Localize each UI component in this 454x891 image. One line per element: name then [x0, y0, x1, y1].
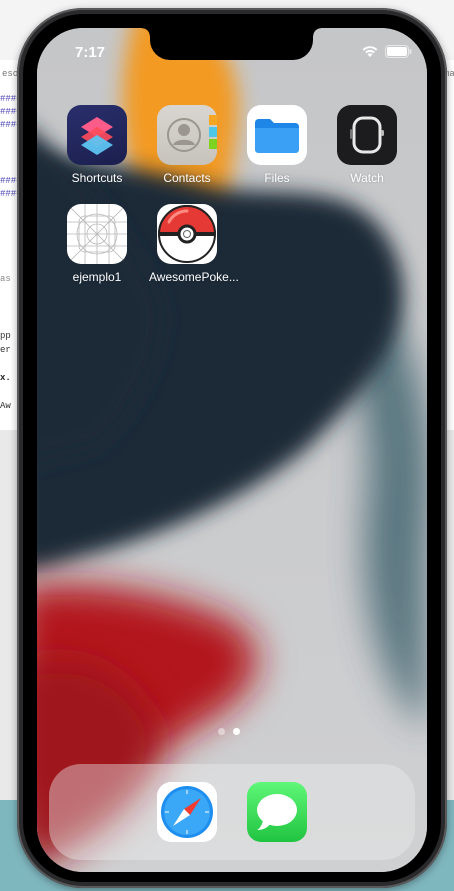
app-awesomepoke[interactable]: AwesomePoke... [149, 204, 239, 284]
status-time: 7:17 [74, 44, 106, 61]
files-icon [247, 105, 307, 165]
wifi-icon [362, 46, 378, 57]
battery-icon [385, 45, 412, 58]
dock [49, 764, 415, 860]
messages-icon[interactable] [247, 782, 307, 842]
app-files[interactable]: Files [239, 105, 315, 185]
app-label: ejemplo1 [72, 270, 122, 284]
page-dot-active[interactable] [233, 728, 240, 735]
app-shortcuts[interactable]: Shortcuts [59, 105, 135, 185]
app-label: Files [264, 171, 290, 185]
app-placeholder-icon [67, 204, 127, 264]
page-indicator[interactable] [218, 722, 240, 740]
shortcuts-icon [67, 105, 127, 165]
app-label: Shortcuts [71, 171, 123, 185]
watch-icon [337, 105, 397, 165]
home-screen[interactable]: 7:17 Shortcuts Contacts Files Watch ejem… [37, 28, 427, 872]
app-label: Contacts [163, 171, 211, 185]
app-contacts[interactable]: Contacts [149, 105, 225, 185]
page-dot[interactable] [218, 728, 225, 735]
app-label: Watch [350, 171, 384, 185]
safari-icon[interactable] [157, 782, 217, 842]
app-ejemplo1[interactable]: ejemplo1 [59, 204, 135, 284]
app-label: AwesomePoke... [149, 270, 239, 284]
contacts-icon [157, 105, 217, 165]
app-watch[interactable]: Watch [329, 105, 405, 185]
pokeball-icon [157, 204, 217, 264]
notch [142, 28, 321, 60]
